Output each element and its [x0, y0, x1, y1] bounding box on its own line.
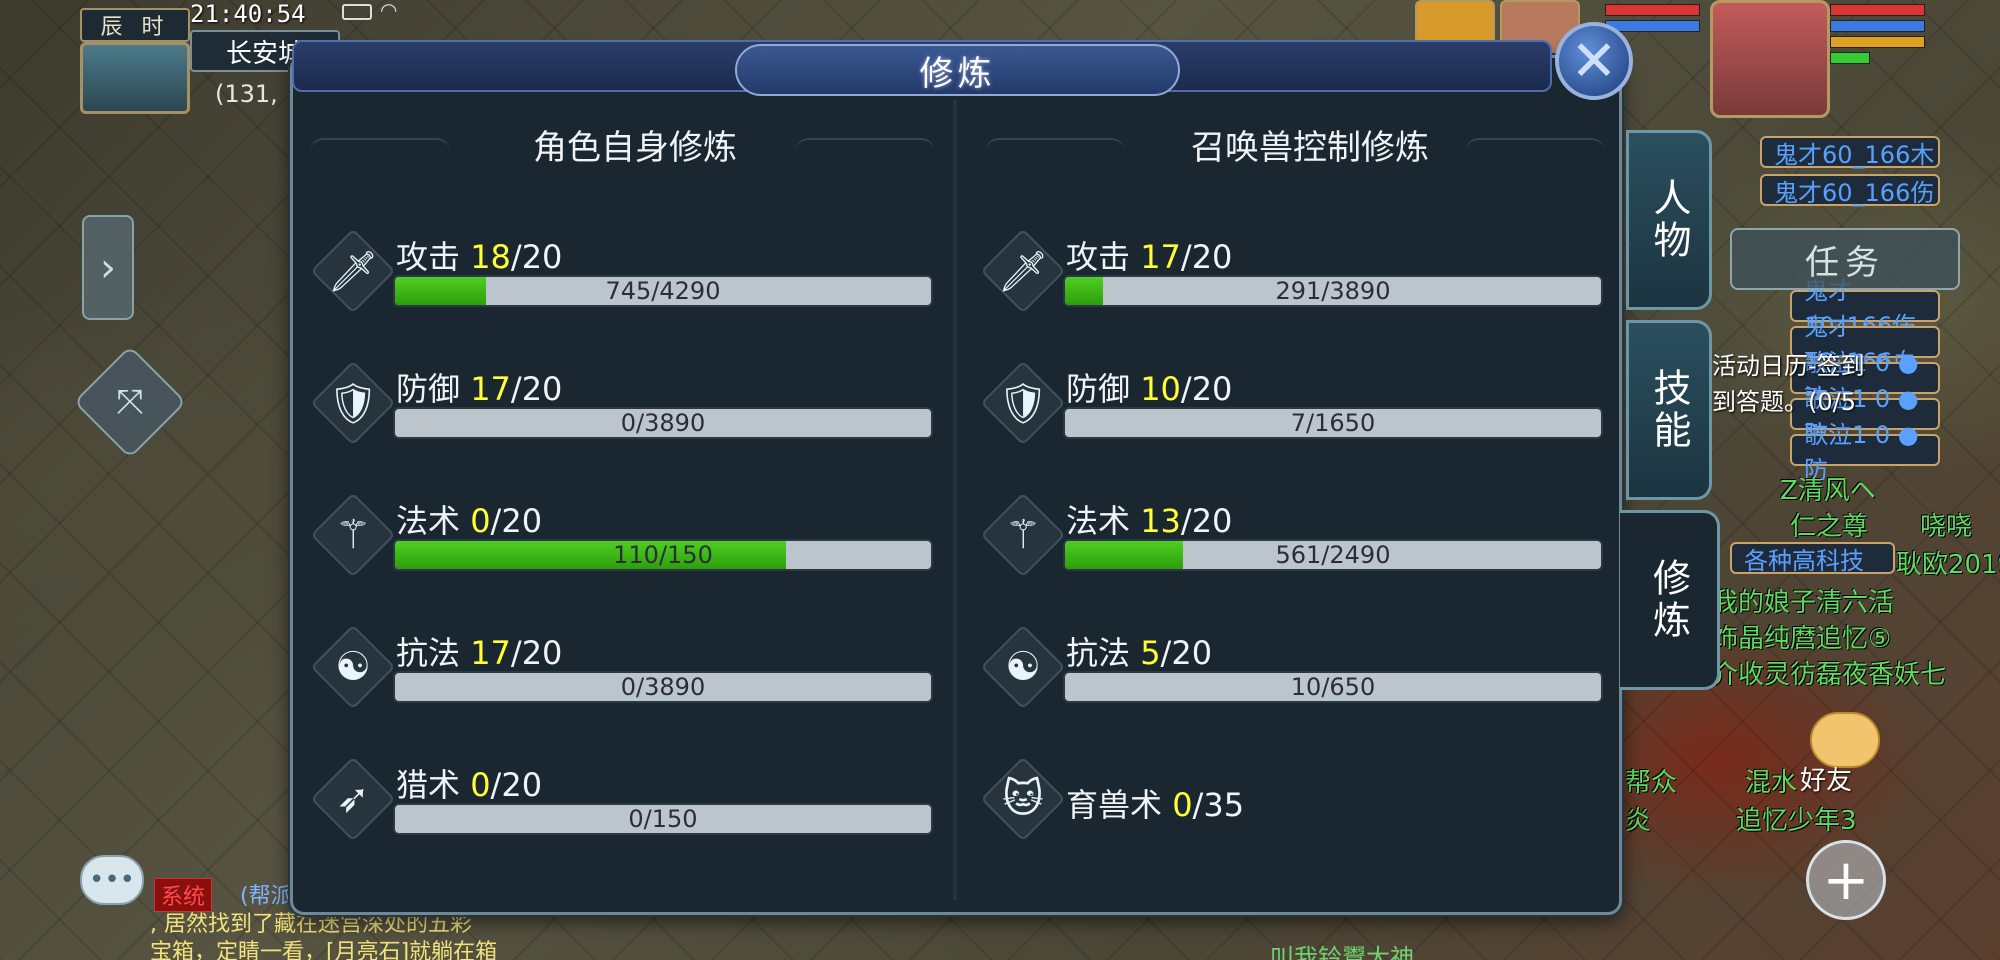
- player-name[interactable]: 炎: [1625, 800, 1651, 837]
- friend-label[interactable]: 好友: [1800, 760, 1852, 797]
- shield-icon: 🛡: [318, 368, 388, 438]
- wifi-icon: ◠: [380, 0, 398, 22]
- skill-glyph: 🛡: [997, 380, 1049, 427]
- pet-hp-bar: [1605, 4, 1700, 16]
- chat-bubble-icon[interactable]: •••: [80, 855, 144, 905]
- pet-breeding-name: 育兽术 0/35: [1066, 786, 1245, 824]
- header-ornament: [1465, 138, 1605, 168]
- skill-glyph: 🗡: [997, 248, 1049, 295]
- skill-progress-text: 0/3890: [620, 673, 706, 701]
- skill-progress-bar: 0/3890: [393, 671, 933, 703]
- minimap-portrait[interactable]: [80, 42, 190, 114]
- skill-glyph: ☯: [1005, 644, 1041, 690]
- skill-glyph: 🐱: [1002, 776, 1044, 822]
- expand-left-menu-button[interactable]: ›: [82, 215, 134, 320]
- magic-staff-icon: ⚚: [318, 500, 388, 570]
- pet-skill-resist-name: 抗法 5/20: [1066, 634, 1213, 672]
- skill-progress-bar: 745/4290: [393, 275, 933, 307]
- magic-staff-icon: ⚚: [988, 500, 1058, 570]
- quest-tab[interactable]: 任务: [1730, 228, 1960, 290]
- buff-item[interactable]: 鬼才60_166伤: [1760, 174, 1940, 207]
- expand-arrows-icon: ⤧: [116, 382, 144, 422]
- skill-progress-bar: 0/3890: [393, 407, 933, 439]
- close-button[interactable]: ✕: [1555, 22, 1633, 100]
- bow-icon: ➶: [318, 764, 388, 834]
- coordinates: (131,: [215, 80, 278, 108]
- skill-progress-text: 7/1650: [1290, 409, 1376, 437]
- skill-progress-bar: 291/3890: [1063, 275, 1603, 307]
- header-ornament: [795, 138, 935, 168]
- buff-item[interactable]: 歌泣1 0 ●防: [1790, 421, 1940, 484]
- player-title-badge[interactable]: 各种高科技: [1730, 542, 1895, 575]
- tab-character[interactable]: 人物: [1626, 130, 1712, 310]
- skill-glyph: ⚚: [1005, 512, 1041, 558]
- skill-progress-bar: 7/1650: [1063, 407, 1603, 439]
- skill-progress-text: 110/150: [613, 541, 713, 569]
- skill-progress-bar: 561/2490: [1063, 539, 1603, 571]
- skill-progress-text: 291/3890: [1275, 277, 1391, 305]
- clock-text: 21:40:54: [190, 0, 306, 28]
- skill-progress-text: 561/2490: [1275, 541, 1391, 569]
- skill-progress-text: 745/4290: [605, 277, 721, 305]
- yin-yang-icon: ☯: [988, 632, 1058, 702]
- player-name[interactable]: 混水: [1745, 762, 1797, 799]
- sword-icon: 🗡: [988, 236, 1058, 306]
- pet-skill-magic-name: 法术 13/20: [1066, 502, 1233, 540]
- expand-plus-button[interactable]: +: [1806, 840, 1886, 920]
- scene-sign: 叫我铃鬻大神: [1270, 944, 1414, 960]
- skill-hunting-name: 猎术 0/20: [396, 766, 543, 804]
- skill-glyph: 🛡: [327, 380, 379, 427]
- buff-item[interactable]: 鬼才60_166木: [1760, 136, 1940, 169]
- skill-glyph: ⚚: [335, 512, 371, 558]
- sword-icon: 🗡: [318, 236, 388, 306]
- time-period-badge: 辰 时: [80, 8, 190, 42]
- player-name[interactable]: 追忆少年3: [1736, 800, 1857, 837]
- skill-progress-text: 0/3890: [620, 409, 706, 437]
- title-plate: 修炼: [735, 44, 1180, 96]
- player-name[interactable]: Z清风ヘ: [1780, 470, 1876, 507]
- chat-message-line: 宝箱，定睛一看，[月亮石]就躺在箱: [150, 940, 498, 960]
- player-name[interactable]: 哓哓: [1920, 506, 1972, 543]
- skill-resist-name: 抗法 17/20: [396, 634, 563, 672]
- pet-skill-defense-name: 防御 10/20: [1066, 370, 1233, 408]
- player-anger-bar: [1830, 36, 1925, 48]
- yin-yang-icon: ☯: [318, 632, 388, 702]
- player-name[interactable]: 介收灵彷磊夜香妖七: [1712, 654, 1946, 691]
- skill-glyph: ➶: [336, 776, 370, 822]
- skill-progress-text: 0/150: [628, 805, 698, 833]
- player-name[interactable]: 仁之尊: [1790, 506, 1868, 543]
- skill-defense-name: 防御 17/20: [396, 370, 563, 408]
- pet-face-icon: 🐱: [988, 764, 1058, 834]
- player-name[interactable]: 饰晶纯麿追忆⑤: [1712, 618, 1891, 655]
- skill-glyph: 🗡: [327, 248, 379, 295]
- player-portrait[interactable]: [1710, 0, 1830, 118]
- shield-icon: 🛡: [988, 368, 1058, 438]
- skill-glyph: ☯: [335, 644, 371, 690]
- quest-text[interactable]: 到答题。(0/5: [1712, 382, 1856, 417]
- player-hp-bar: [1830, 4, 1925, 16]
- tab-cultivation[interactable]: 修炼: [1620, 510, 1720, 690]
- skill-progress-bar: 110/150: [393, 539, 933, 571]
- skill-attack-name: 攻击 18/20: [396, 238, 563, 276]
- skill-progress-bar: 10/650: [1063, 671, 1603, 703]
- skill-progress-bar: 0/150: [393, 803, 933, 835]
- skill-progress-text: 10/650: [1290, 673, 1376, 701]
- player-name[interactable]: 帮众: [1625, 762, 1677, 799]
- player-name[interactable]: 耿欧2019: [1896, 544, 2000, 581]
- pet-skill-attack-name: 攻击 17/20: [1066, 238, 1233, 276]
- pet-mp-bar: [1605, 20, 1700, 32]
- player-mp-bar: [1830, 20, 1925, 32]
- column-divider: [953, 100, 957, 900]
- skill-magic-name: 法术 0/20: [396, 502, 543, 540]
- player-exp-bar: [1830, 52, 1870, 64]
- panel-title: 修炼: [919, 53, 996, 94]
- tab-skills[interactable]: 技能: [1626, 320, 1712, 500]
- battery-icon: [342, 4, 372, 20]
- player-name[interactable]: 我的娘子清六活: [1712, 582, 1894, 619]
- header-ornament: [310, 138, 450, 168]
- quest-text[interactable]: 活动日历-签到: [1712, 346, 1865, 381]
- header-ornament: [985, 138, 1125, 168]
